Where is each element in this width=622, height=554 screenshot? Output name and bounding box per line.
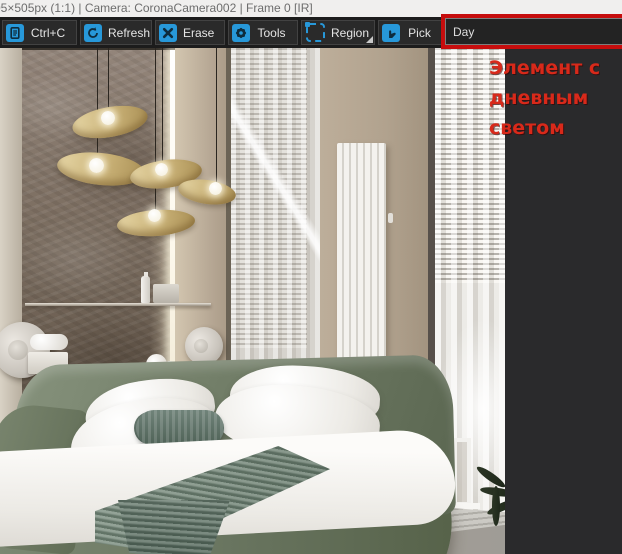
- tools-button[interactable]: Tools: [228, 20, 298, 45]
- region-button[interactable]: Region: [301, 20, 375, 45]
- region-dropdown-arrow[interactable]: [366, 36, 373, 43]
- lightmix-dropdown[interactable]: Day: [445, 18, 622, 45]
- light-streak: [231, 78, 321, 268]
- shelf-vase: [141, 276, 150, 303]
- erase-button[interactable]: Erase: [155, 20, 225, 45]
- glass-shelf: [25, 303, 211, 306]
- shelf-box: [153, 284, 179, 303]
- region-marquee-icon: [305, 22, 325, 42]
- pendant-cable: [108, 48, 109, 110]
- refresh-button-label: Refresh: [108, 25, 151, 40]
- annotation-line-3: светом: [489, 117, 565, 139]
- lightmix-value: Day: [453, 24, 475, 39]
- copy-button-label: Ctrl+C: [30, 25, 66, 40]
- pendant-lamp-bulb: [209, 182, 222, 195]
- tools-button-label: Tools: [257, 25, 286, 40]
- pendant-lamp-bulb: [148, 209, 161, 222]
- shelf-vase-cap: [144, 272, 148, 277]
- annotation-line-2: дневным: [489, 87, 589, 109]
- erase-button-label: Erase: [183, 25, 215, 40]
- radiator-valve: [388, 213, 393, 223]
- refresh-button[interactable]: Refresh: [80, 20, 152, 45]
- refresh-icon: [84, 23, 102, 42]
- pendant-lamp-bulb: [101, 111, 115, 125]
- wall-sconce-left-knob: [8, 340, 28, 360]
- knit-throw-drape: [118, 500, 230, 554]
- daylight-annotation: Элемент с дневным светом: [489, 53, 622, 143]
- render-viewport[interactable]: [0, 48, 505, 554]
- pendant-cable: [162, 48, 163, 164]
- region-plus-mark: [305, 22, 310, 27]
- titlebar-text: 05×505px (1:1) | Camera: CoronaCamera002…: [0, 1, 313, 15]
- annotation-line-1: Элемент с: [489, 57, 601, 79]
- copy-button[interactable]: Ctrl+C: [2, 20, 77, 45]
- pick-hand-icon: [382, 23, 400, 42]
- pendant-lamp-bulb: [89, 158, 104, 173]
- pendant-lamp-bulb: [155, 163, 168, 176]
- erase-icon: [159, 23, 177, 42]
- gear-icon: [232, 23, 250, 42]
- plant-leaf: [492, 486, 500, 526]
- pick-button-label: Pick: [408, 25, 431, 40]
- pendant-cable: [216, 48, 217, 184]
- pick-button[interactable]: Pick: [378, 20, 444, 45]
- decor-sculpture: [30, 334, 68, 350]
- copy-icon: [6, 23, 24, 42]
- wall-sconce-right-knob: [194, 339, 208, 353]
- corona-vfb-window: 05×505px (1:1) | Camera: CoronaCamera002…: [0, 0, 622, 554]
- red-highlight-box: Day: [441, 14, 622, 49]
- pendant-cable: [97, 48, 98, 158]
